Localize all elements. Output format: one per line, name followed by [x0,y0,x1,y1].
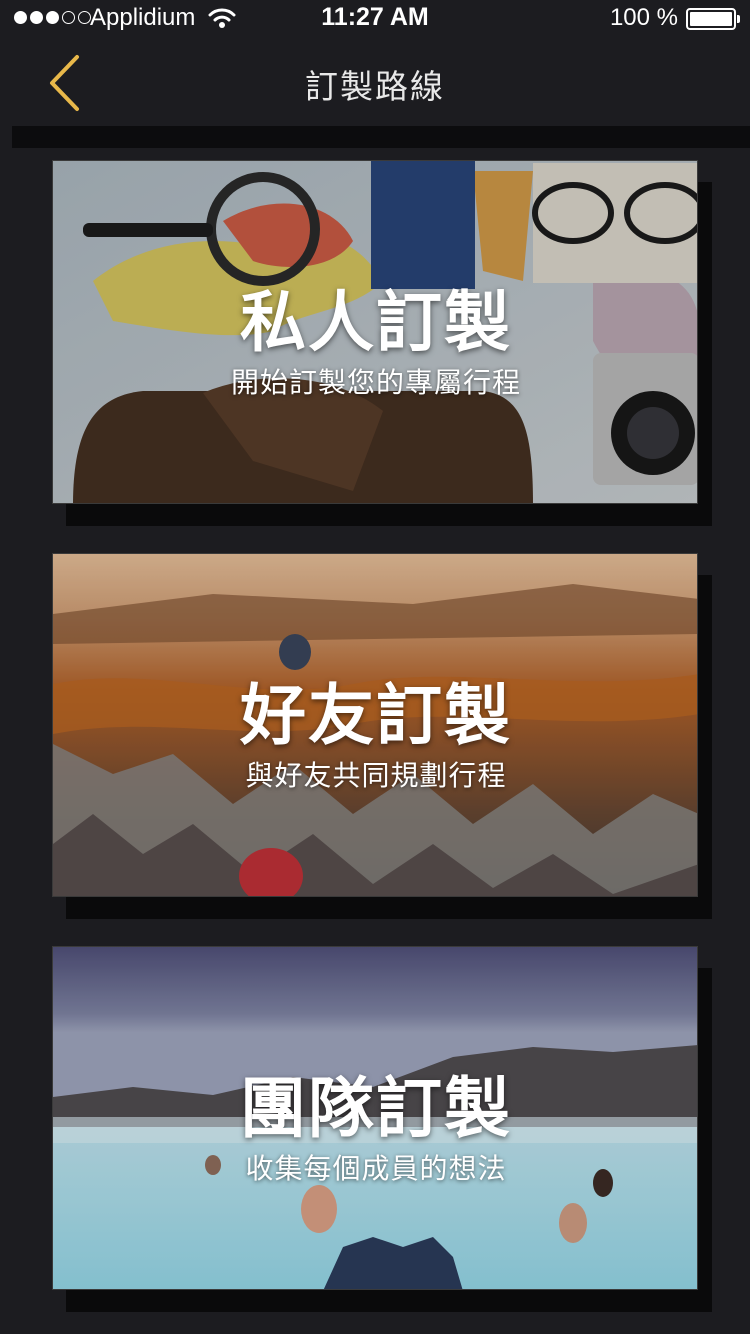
card-subtitle: 與好友共同規劃行程 [245,759,507,792]
page-title: 訂製路線 [305,67,445,106]
card-title: 團隊訂製 [240,1070,512,1147]
friends-custom-card[interactable]: 好友訂製 與好友共同規劃行程 [52,553,698,897]
card-title: 私人訂製 [240,284,512,361]
card-title: 好友訂製 [240,677,512,754]
status-bar: Applidium 11:27 AM 100 % [0,0,750,40]
private-custom-card[interactable]: 私人訂製 開始訂製您的專屬行程 [52,160,698,504]
card-subtitle: 收集每個成員的想法 [245,1152,507,1185]
battery-percent: 100 % [609,4,678,31]
navigation-bar: 訂製路線 [0,40,750,126]
battery-icon [686,8,740,30]
nav-divider [12,126,750,148]
card-subtitle: 開始訂製您的專屬行程 [230,366,521,399]
team-custom-card[interactable]: 團隊訂製 收集每個成員的想法 [52,946,698,1290]
